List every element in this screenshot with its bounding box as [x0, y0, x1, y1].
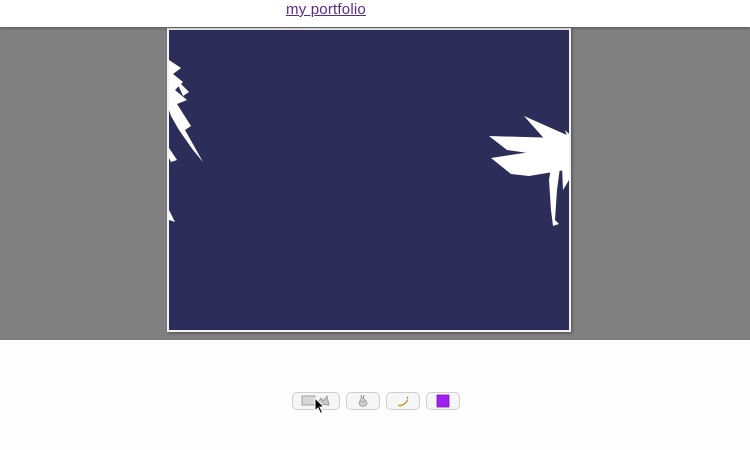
mouse-cursor-icon: [314, 397, 326, 415]
drawing-canvas[interactable]: [167, 28, 571, 332]
purple-square-icon: [436, 394, 450, 408]
banana-button[interactable]: [386, 392, 420, 410]
stage-area: [0, 27, 750, 340]
right-shard-cluster: [489, 116, 569, 226]
top-bar: my portfolio: [0, 0, 750, 27]
purple-square-button[interactable]: [426, 392, 460, 410]
left-shard-cluster: [169, 60, 203, 222]
canvas-artwork: [169, 60, 569, 226]
banana-icon: [397, 396, 409, 407]
rabbit-button[interactable]: [346, 392, 380, 410]
rabbit-icon: [358, 394, 368, 407]
portfolio-link[interactable]: my portfolio: [286, 1, 366, 18]
